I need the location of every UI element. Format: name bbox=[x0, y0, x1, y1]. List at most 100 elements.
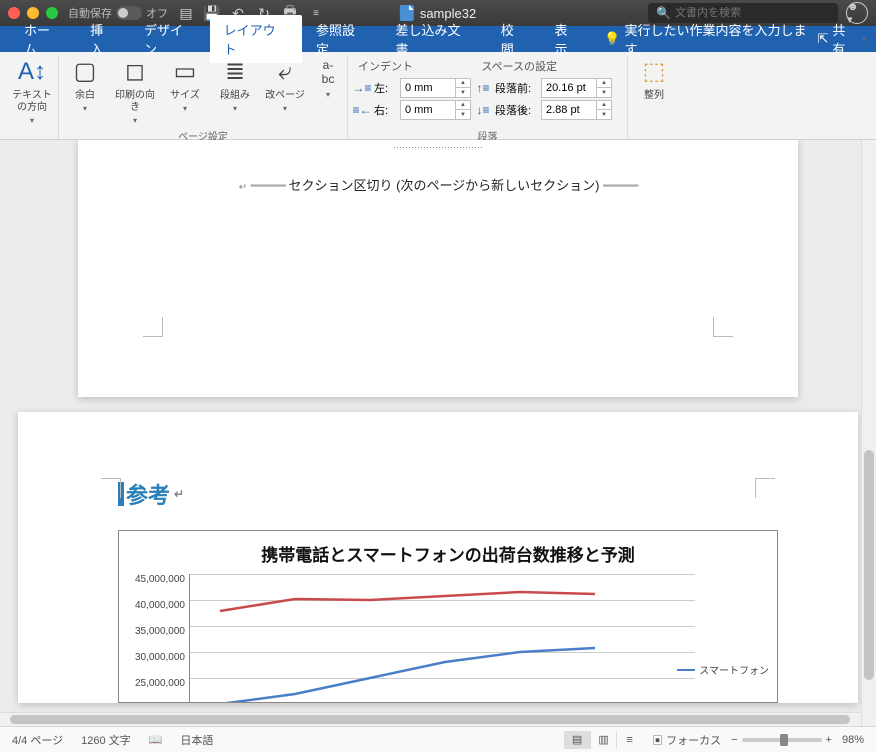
slider-thumb[interactable] bbox=[780, 734, 788, 746]
spin-up-icon[interactable]: ▲ bbox=[597, 79, 611, 88]
chevron-down-icon: ▾ bbox=[233, 104, 237, 114]
orientation-label: 印刷の向き bbox=[115, 90, 155, 114]
chevron-down-icon: ▾ bbox=[83, 104, 87, 114]
horizontal-scrollbar[interactable] bbox=[0, 712, 861, 726]
space-after-input[interactable] bbox=[542, 104, 596, 116]
margin-corner-icon bbox=[713, 317, 733, 337]
indent-left-input[interactable] bbox=[401, 82, 455, 94]
word-doc-icon bbox=[400, 5, 414, 21]
size-button[interactable]: ▭ サイズ ▾ bbox=[165, 56, 205, 114]
legend-swatch-icon bbox=[677, 669, 695, 671]
margin-corner-icon bbox=[755, 478, 775, 498]
focus-mode-button[interactable]: ▣ フォーカス bbox=[652, 732, 721, 748]
margins-button[interactable]: ▢ 余白 ▾ bbox=[65, 56, 105, 114]
ribbon-layout: A↕ テキストの方向 ▾ ▢ 余白 ▾ ◻ 印刷の向き ▾ ▭ サイズ ▾ bbox=[0, 52, 876, 140]
print-layout-view-icon[interactable]: ▤ bbox=[564, 731, 590, 749]
spin-up-icon[interactable]: ▲ bbox=[597, 101, 611, 110]
chevron-down-icon: ▾ bbox=[283, 104, 287, 114]
spin-down-icon[interactable]: ▼ bbox=[597, 88, 611, 97]
page-current: 参考 ↵ 携帯電話とスマートフォンの出荷台数推移と予測 45,000,000 4… bbox=[18, 412, 858, 703]
size-label: サイズ bbox=[170, 90, 200, 102]
chart-canvas: スマートフォン bbox=[189, 574, 775, 703]
hyphenation-button[interactable]: a-bc ▾ bbox=[315, 56, 341, 100]
section-break-marker: ↵ ━━━━━ セクション区切り (次のページから新しいセクション) ━━━━━ bbox=[158, 175, 718, 194]
heading-reference[interactable]: 参考 ↵ bbox=[118, 478, 778, 510]
chart-lines bbox=[190, 574, 610, 703]
zoom-in-icon[interactable]: + bbox=[826, 734, 832, 746]
indent-right-icon: ≡← bbox=[354, 102, 370, 118]
space-after-icon: ↓≡ bbox=[475, 102, 491, 118]
group-page-setup: ▢ 余白 ▾ ◻ 印刷の向き ▾ ▭ サイズ ▾ ≣ 段組み ▾ ⤶ 改ページ bbox=[59, 56, 348, 139]
search-input[interactable] bbox=[675, 7, 830, 19]
indent-left-label: 左: bbox=[374, 80, 396, 96]
indent-right-input[interactable] bbox=[401, 104, 455, 116]
chevron-down-icon: ▾ bbox=[862, 35, 866, 44]
columns-button[interactable]: ≣ 段組み ▾ bbox=[215, 56, 255, 114]
breaks-button[interactable]: ⤶ 改ページ ▾ bbox=[265, 56, 305, 114]
tell-me[interactable]: 💡 実行したい作業内容を入力します bbox=[604, 20, 817, 58]
space-after-spinner[interactable]: ▲▼ bbox=[541, 100, 612, 120]
breaks-icon: ⤶ bbox=[269, 56, 301, 88]
web-layout-view-icon[interactable]: ▥ bbox=[590, 731, 616, 749]
section-break-text: セクション区切り (次のページから新しいセクション) bbox=[289, 178, 600, 193]
indent-left-spinner[interactable]: ▲▼ bbox=[400, 78, 471, 98]
chevron-down-icon: ▾ bbox=[133, 116, 137, 126]
chevron-down-icon: ▾ bbox=[326, 90, 330, 100]
arrange-icon: ⬚ bbox=[638, 56, 670, 88]
orientation-button[interactable]: ◻ 印刷の向き ▾ bbox=[115, 56, 155, 126]
share-label: 共有 bbox=[832, 20, 858, 58]
document-area[interactable]: ‥‥‥‥‥‥‥‥‥‥‥‥‥‥‥ ↵ ━━━━━ セクション区切り (次のページか… bbox=[0, 140, 876, 726]
toggle-switch-icon[interactable] bbox=[116, 6, 142, 20]
chart-legend: スマートフォン bbox=[677, 662, 769, 677]
share-icon: ⇱ bbox=[818, 31, 829, 47]
spacing-header-label: スペースの設定 bbox=[481, 58, 557, 74]
margin-corner-icon bbox=[101, 478, 121, 498]
indent-header-label: インデント bbox=[358, 58, 413, 74]
space-before-spinner[interactable]: ▲▼ bbox=[541, 78, 612, 98]
zoom-out-icon[interactable]: − bbox=[731, 734, 737, 746]
space-before-input[interactable] bbox=[542, 82, 596, 94]
space-after-label: 段落後: bbox=[495, 102, 537, 118]
columns-icon: ≣ bbox=[219, 56, 251, 88]
text-direction-button[interactable]: A↕ テキストの方向 ▾ bbox=[12, 56, 52, 126]
chart-object[interactable]: 携帯電話とスマートフォンの出荷台数推移と予測 45,000,000 40,000… bbox=[118, 530, 778, 703]
group-text-direction: A↕ テキストの方向 ▾ bbox=[6, 56, 59, 139]
spin-down-icon[interactable]: ▼ bbox=[597, 110, 611, 119]
word-count[interactable]: 1260 文字 bbox=[81, 732, 131, 748]
chevron-down-icon: ▾ bbox=[183, 104, 187, 114]
text-direction-label: テキストの方向 bbox=[12, 90, 52, 114]
spin-down-icon[interactable]: ▼ bbox=[456, 88, 470, 97]
scrollbar-thumb[interactable] bbox=[864, 450, 874, 680]
margins-icon: ▢ bbox=[69, 56, 101, 88]
size-icon: ▭ bbox=[169, 56, 201, 88]
spin-up-icon[interactable]: ▲ bbox=[456, 101, 470, 110]
spin-up-icon[interactable]: ▲ bbox=[456, 79, 470, 88]
indent-right-label: 右: bbox=[374, 102, 396, 118]
spellcheck-icon[interactable]: 📖 bbox=[149, 733, 163, 746]
margins-label: 余白 bbox=[75, 90, 95, 102]
para-mark-icon: ↵ bbox=[239, 182, 247, 193]
indent-left-icon: →≡ bbox=[354, 80, 370, 96]
lightbulb-icon: 💡 bbox=[604, 31, 620, 47]
legend-item: スマートフォン bbox=[677, 662, 769, 677]
chart-plot-area: 45,000,000 40,000,000 35,000,000 30,000,… bbox=[121, 574, 775, 703]
page-count[interactable]: 4/4 ページ bbox=[12, 732, 63, 748]
orientation-icon: ◻ bbox=[119, 56, 151, 88]
group-arrange: ⬚ 整列 bbox=[628, 56, 680, 139]
margin-corner-icon bbox=[143, 317, 163, 337]
zoom-slider[interactable]: − + bbox=[731, 734, 832, 746]
chevron-down-icon: ▾ bbox=[30, 116, 34, 126]
paragraph-mark-icon: ↵ bbox=[174, 487, 184, 501]
slider-track[interactable] bbox=[742, 738, 822, 742]
indent-right-spinner[interactable]: ▲▼ bbox=[400, 100, 471, 120]
vertical-scrollbar[interactable] bbox=[861, 140, 876, 726]
zoom-level[interactable]: 98% bbox=[842, 734, 864, 746]
arrange-button[interactable]: ⬚ 整列 bbox=[634, 56, 674, 102]
outline-view-icon[interactable]: ≡ bbox=[616, 731, 642, 749]
scrollbar-thumb[interactable] bbox=[10, 715, 850, 724]
page-previous: ‥‥‥‥‥‥‥‥‥‥‥‥‥‥‥ ↵ ━━━━━ セクション区切り (次のページか… bbox=[78, 140, 798, 397]
language-status[interactable]: 日本語 bbox=[180, 732, 213, 748]
spin-down-icon[interactable]: ▼ bbox=[456, 110, 470, 119]
share-button[interactable]: ⇱ 共有 ▾ bbox=[818, 20, 866, 58]
group-paragraph: インデント スペースの設定 →≡ 左: ▲▼ ↑≡ 段落前: ▲▼ ≡← 右: … bbox=[348, 56, 628, 139]
